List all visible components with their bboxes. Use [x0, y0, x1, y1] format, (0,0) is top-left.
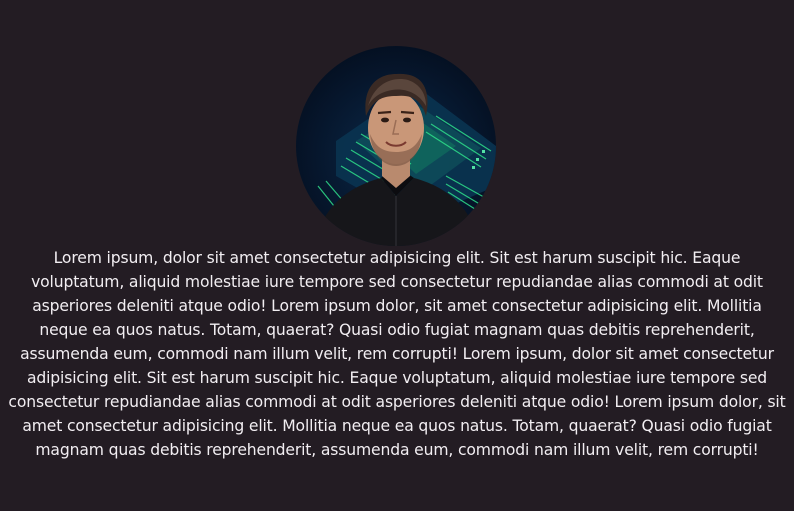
- avatar-photo: [316, 73, 496, 246]
- bio-text: Lorem ipsum, dolor sit amet consectetur …: [8, 249, 786, 459]
- profile-avatar: [296, 46, 496, 246]
- profile-page: Lorem ipsum, dolor sit amet consectetur …: [0, 0, 794, 511]
